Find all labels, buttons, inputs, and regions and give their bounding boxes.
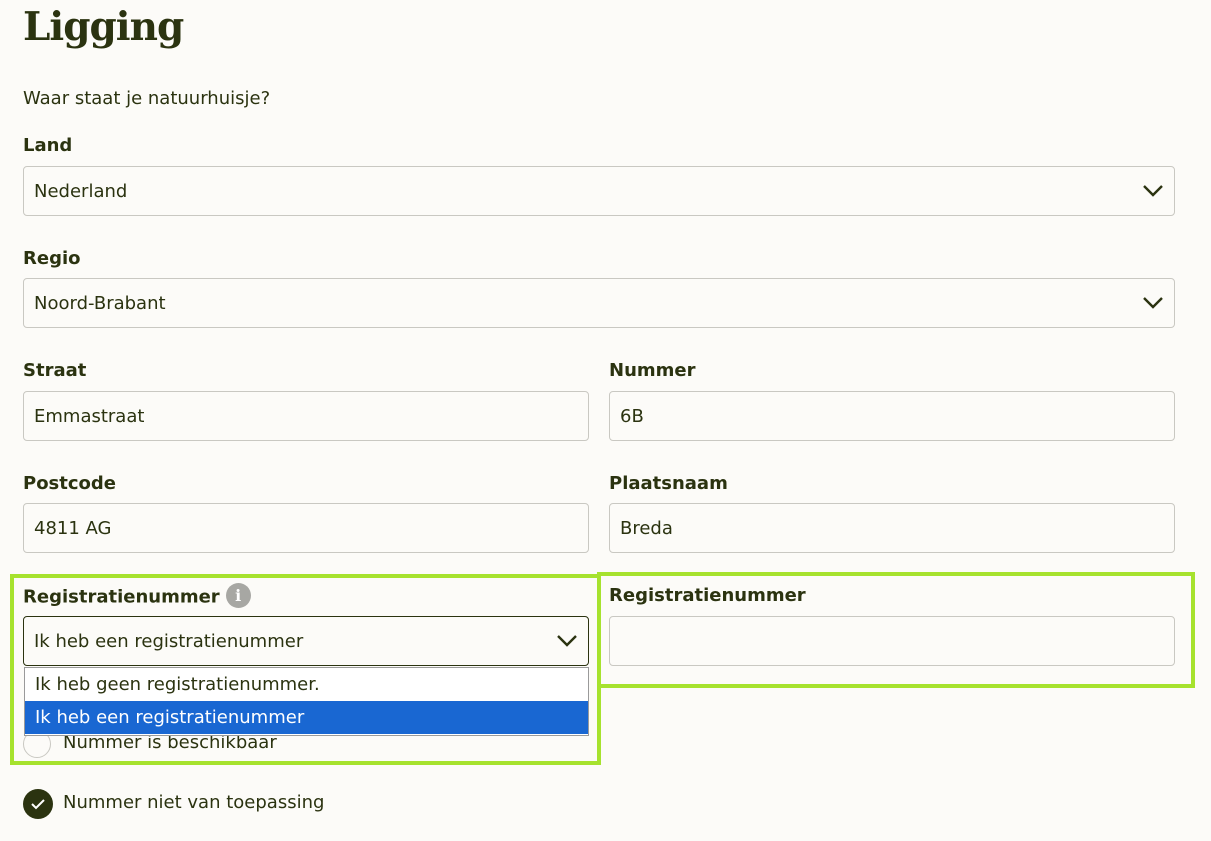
registratie-dropdown-list: Ik heb geen registratienummer. Ik heb ee… — [24, 667, 589, 736]
registratie-input-label: Registratienummer — [609, 585, 806, 606]
straat-input-value: Emmastraat — [34, 405, 145, 427]
land-select[interactable]: Nederland — [23, 166, 1175, 216]
nummer-label: Nummer — [609, 360, 696, 381]
registratie-select-label: Registratienummer i — [23, 583, 251, 610]
dropdown-option-geen[interactable]: Ik heb geen registratienummer. — [25, 668, 588, 701]
regio-select-value: Noord-Brabant — [34, 292, 166, 314]
chevron-down-icon — [557, 635, 577, 647]
plaatsnaam-input[interactable]: Breda — [609, 503, 1175, 553]
straat-input[interactable]: Emmastraat — [23, 391, 589, 441]
land-label: Land — [23, 135, 73, 156]
nummer-input-value: 6B — [620, 405, 644, 427]
regio-select[interactable]: Noord-Brabant — [23, 278, 1175, 328]
postcode-label: Postcode — [23, 473, 117, 494]
chevron-down-icon — [1143, 297, 1163, 309]
info-icon[interactable]: i — [225, 583, 251, 608]
radio-not-applicable[interactable] — [23, 789, 53, 819]
page-title: Ligging — [23, 4, 184, 50]
registratie-select[interactable]: Ik heb een registratienummer — [23, 616, 589, 666]
page: Ligging Waar staat je natuurhuisje? Land… — [0, 0, 1211, 841]
plaatsnaam-input-value: Breda — [620, 517, 673, 539]
radio-not-applicable-label: Nummer niet van toepassing — [63, 792, 325, 813]
registratie-select-label-text: Registratienummer — [23, 586, 220, 608]
registratie-select-value: Ik heb een registratienummer — [34, 630, 304, 652]
dropdown-option-een[interactable]: Ik heb een registratienummer — [25, 701, 588, 734]
straat-label: Straat — [23, 360, 87, 381]
registratie-input[interactable] — [609, 616, 1175, 666]
nummer-input[interactable]: 6B — [609, 391, 1175, 441]
postcode-input-value: 4811 AG — [34, 517, 112, 539]
page-subtitle: Waar staat je natuurhuisje? — [23, 88, 271, 109]
regio-label: Regio — [23, 248, 81, 269]
chevron-down-icon — [1143, 185, 1163, 197]
plaatsnaam-label: Plaatsnaam — [609, 473, 728, 494]
postcode-input[interactable]: 4811 AG — [23, 503, 589, 553]
checkmark-icon — [31, 799, 45, 810]
land-select-value: Nederland — [34, 180, 128, 202]
